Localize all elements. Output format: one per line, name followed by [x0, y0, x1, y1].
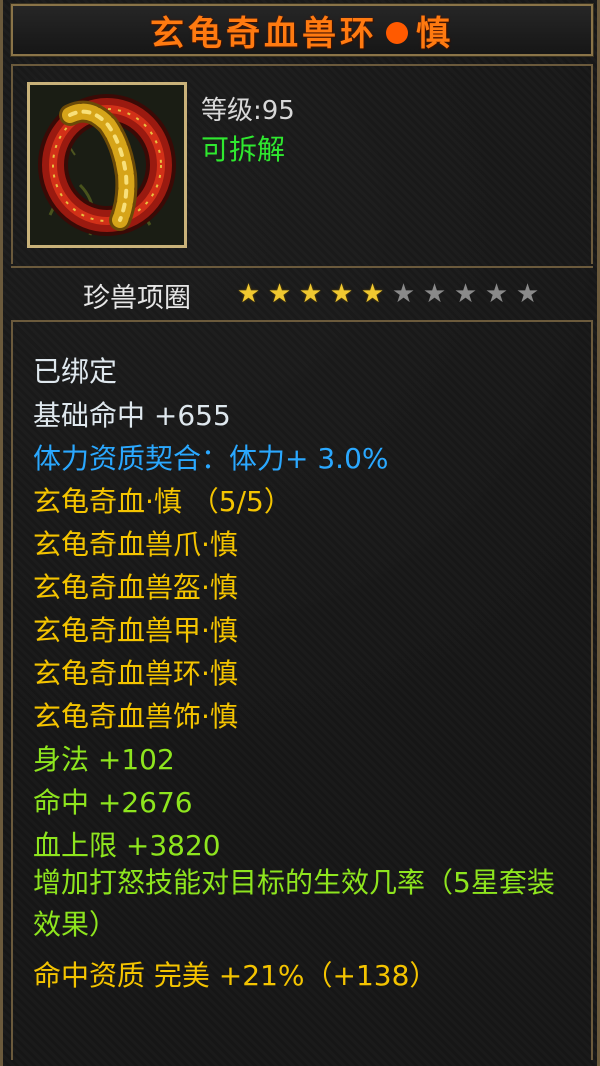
attribute-max-hp: 血上限 +3820	[33, 829, 221, 862]
star-empty-icon: ★	[515, 279, 540, 309]
item-type: 珍兽项圈	[83, 283, 191, 314]
item-name-part1: 玄龟奇血兽环	[150, 13, 378, 54]
item-icon-frame	[27, 82, 187, 248]
star-empty-icon: ★	[391, 279, 416, 309]
attribute-agility: 身法 +102	[33, 743, 175, 776]
star-filled-icon: ★	[267, 279, 292, 309]
attribute-hit: 命中 +2676	[33, 786, 193, 819]
set-item: 玄龟奇血兽爪·慎	[33, 528, 238, 561]
item-name-part2: 慎	[416, 13, 454, 54]
item-type-row: 珍兽项圈 ★ ★ ★ ★ ★ ★ ★ ★ ★ ★	[11, 266, 593, 314]
aptitude-match: 体力资质契合：体力+ 3.0%	[33, 442, 389, 475]
star-empty-icon: ★	[484, 279, 509, 309]
set-item: 玄龟奇血兽环·慎	[33, 657, 238, 690]
item-properties: 已绑定 基础命中 +655 体力资质契合：体力+ 3.0% 玄龟奇血·慎 （5/…	[11, 320, 593, 1060]
title-dot-icon	[386, 21, 408, 44]
set-name: 玄龟奇血·慎 （5/5）	[33, 485, 292, 518]
star-empty-icon: ★	[453, 279, 478, 309]
bound-status: 已绑定	[33, 355, 118, 388]
beast-collar-icon	[30, 85, 184, 245]
set-item: 玄龟奇血兽盔·慎	[33, 571, 238, 604]
star-filled-icon: ★	[236, 279, 261, 309]
item-title-bar: 玄龟奇血兽环慎	[10, 3, 594, 57]
item-tooltip: 玄龟奇血兽环慎 等级:95 可拆解 珍兽项圈 ★ ★ ★ ★ ★ ★ ★ ★ ★ ★ 已绑定	[0, 0, 600, 1066]
star-filled-icon: ★	[298, 279, 323, 309]
item-title: 玄龟奇血兽环慎	[150, 6, 454, 55]
star-filled-icon: ★	[329, 279, 354, 309]
dismantle-status: 可拆解	[201, 133, 286, 166]
star-rating: ★ ★ ★ ★ ★ ★ ★ ★ ★ ★	[233, 281, 543, 307]
star-filled-icon: ★	[360, 279, 385, 309]
hit-aptitude: 命中资质 完美 +21%（+138）	[33, 959, 438, 992]
item-level: 等级:95	[201, 96, 295, 126]
base-stat: 基础命中 +655	[33, 399, 231, 432]
set-item: 玄龟奇血兽甲·慎	[33, 614, 238, 647]
star-empty-icon: ★	[422, 279, 447, 309]
item-header: 等级:95 可拆解	[11, 64, 593, 264]
set-bonus: 增加打怒技能对目标的生效几率（5星套装效果）	[33, 866, 555, 941]
set-item: 玄龟奇血兽饰·慎	[33, 700, 238, 733]
